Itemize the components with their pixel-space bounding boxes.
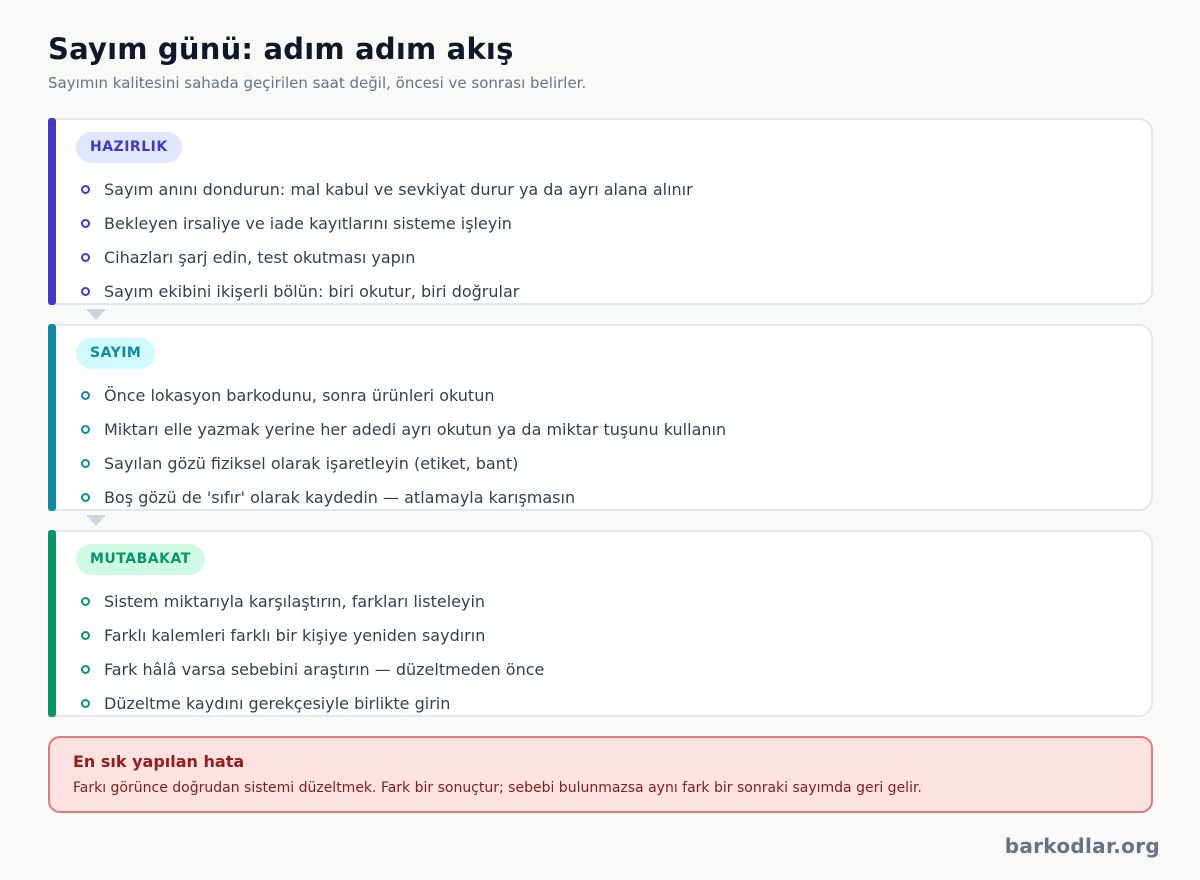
step-text: Farklı kalemleri farklı bir kişiye yenid… bbox=[104, 625, 486, 645]
stage-accent-bar bbox=[48, 530, 56, 717]
list-item: Sayılan gözü fiziksel olarak işaretleyin… bbox=[80, 446, 726, 480]
list-item: Boş gözü de 'sıfır' olarak kaydedin — at… bbox=[80, 480, 726, 514]
stage-accent-bar bbox=[48, 118, 56, 305]
list-item: Düzeltme kaydını gerekçesiyle birlikte g… bbox=[80, 686, 544, 720]
stage-badge: HAZIRLIK bbox=[76, 132, 182, 163]
brand-logo: barkodlar.org bbox=[1004, 834, 1160, 858]
stage-mutabakat: MUTABAKAT Sistem miktarıyla karşılaştırı… bbox=[48, 530, 1153, 717]
page-subtitle: Sayımın kalitesini sahada geçirilen saat… bbox=[48, 74, 587, 92]
step-text: Miktarı elle yazmak yerine her adedi ayr… bbox=[104, 419, 727, 439]
bullet-icon bbox=[81, 492, 90, 502]
stage-accent-bar bbox=[48, 324, 56, 511]
warning-callout: En sık yapılan hata Farkı görünce doğrud… bbox=[48, 736, 1153, 813]
bullet-icon bbox=[81, 424, 90, 434]
bullet-icon bbox=[81, 184, 90, 194]
warning-text: Farkı görünce doğrudan sistemi düzeltmek… bbox=[73, 780, 922, 796]
list-item: Sayım ekibini ikişerli bölün: biri okutu… bbox=[80, 274, 693, 308]
bullet-icon bbox=[81, 458, 90, 468]
list-item: Sistem miktarıyla karşılaştırın, farklar… bbox=[80, 584, 544, 618]
step-text: Cihazları şarj edin, test okutması yapın bbox=[104, 247, 416, 267]
flow-arrow-icon bbox=[86, 515, 106, 526]
page-title: Sayım günü: adım adım akış bbox=[48, 32, 514, 66]
step-list: Sistem miktarıyla karşılaştırın, farklar… bbox=[80, 584, 544, 720]
bullet-icon bbox=[81, 630, 90, 640]
step-list: Önce lokasyon barkodunu, sonra ürünleri … bbox=[80, 378, 726, 514]
bullet-icon bbox=[81, 664, 90, 674]
stage-badge: MUTABAKAT bbox=[76, 544, 205, 575]
step-text: Sayılan gözü fiziksel olarak işaretleyin… bbox=[104, 453, 519, 473]
stage-hazirlik: HAZIRLIK Sayım anını dondurun: mal kabul… bbox=[48, 118, 1153, 305]
list-item: Bekleyen irsaliye ve iade kayıtlarını si… bbox=[80, 206, 693, 240]
list-item: Fark hâlâ varsa sebebini araştırın — düz… bbox=[80, 652, 544, 686]
step-text: Önce lokasyon barkodunu, sonra ürünleri … bbox=[104, 385, 495, 405]
bullet-icon bbox=[81, 218, 90, 228]
step-text: Düzeltme kaydını gerekçesiyle birlikte g… bbox=[104, 693, 451, 713]
stage-badge: SAYIM bbox=[76, 338, 156, 369]
list-item: Miktarı elle yazmak yerine her adedi ayr… bbox=[80, 412, 726, 446]
warning-title: En sık yapılan hata bbox=[73, 752, 245, 771]
step-text: Sayım ekibini ikişerli bölün: biri okutu… bbox=[104, 281, 520, 301]
step-text: Boş gözü de 'sıfır' olarak kaydedin — at… bbox=[104, 487, 576, 507]
step-text: Bekleyen irsaliye ve iade kayıtlarını si… bbox=[104, 213, 512, 233]
bullet-icon bbox=[81, 286, 90, 296]
step-list: Sayım anını dondurun: mal kabul ve sevki… bbox=[80, 172, 693, 308]
bullet-icon bbox=[81, 252, 90, 262]
step-text: Fark hâlâ varsa sebebini araştırın — düz… bbox=[104, 659, 545, 679]
list-item: Cihazları şarj edin, test okutması yapın bbox=[80, 240, 693, 274]
bullet-icon bbox=[81, 596, 90, 606]
flow-arrow-icon bbox=[86, 309, 106, 320]
list-item: Farklı kalemleri farklı bir kişiye yenid… bbox=[80, 618, 544, 652]
list-item: Önce lokasyon barkodunu, sonra ürünleri … bbox=[80, 378, 726, 412]
step-text: Sayım anını dondurun: mal kabul ve sevki… bbox=[104, 179, 693, 199]
step-text: Sistem miktarıyla karşılaştırın, farklar… bbox=[104, 591, 486, 611]
list-item: Sayım anını dondurun: mal kabul ve sevki… bbox=[80, 172, 693, 206]
stage-sayim: SAYIM Önce lokasyon barkodunu, sonra ürü… bbox=[48, 324, 1153, 511]
bullet-icon bbox=[81, 390, 90, 400]
bullet-icon bbox=[81, 698, 90, 708]
